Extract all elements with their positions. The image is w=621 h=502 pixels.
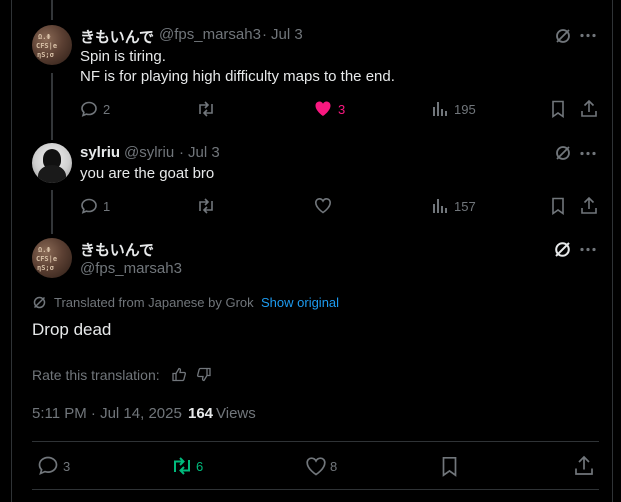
thumbs-up-icon[interactable] bbox=[172, 367, 186, 382]
avatar[interactable]: Ω.Φ CFS|e ηS;σ bbox=[32, 25, 72, 65]
repost-icon[interactable] bbox=[196, 197, 216, 215]
display-name[interactable]: きもいんで bbox=[80, 239, 154, 260]
separator: · bbox=[262, 26, 267, 43]
share-icon[interactable] bbox=[580, 196, 598, 215]
thread-connector bbox=[51, 0, 53, 20]
divider bbox=[32, 441, 599, 442]
bookmark-icon[interactable] bbox=[551, 100, 565, 118]
tweet-text: NF is for playing high difficulty maps t… bbox=[80, 68, 395, 85]
reply-count: 2 bbox=[103, 102, 111, 117]
thread-connector bbox=[51, 190, 53, 234]
grok-translate-icon-active[interactable] bbox=[553, 240, 572, 259]
more-options-icon[interactable] bbox=[580, 247, 596, 252]
thread-connector bbox=[51, 73, 53, 140]
like-count: 8 bbox=[330, 459, 338, 474]
rate-translation-label: Rate this translation: bbox=[32, 367, 160, 383]
views-icon[interactable] bbox=[432, 100, 448, 117]
grok-icon bbox=[32, 295, 47, 310]
tweet-text: Spin is tiring. bbox=[80, 48, 166, 65]
like-count: 3 bbox=[338, 102, 346, 117]
reply-icon[interactable] bbox=[37, 455, 59, 476]
handle[interactable]: @fps_marsah3 bbox=[80, 260, 182, 277]
bookmark-icon[interactable] bbox=[551, 197, 565, 215]
reply-count: 1 bbox=[103, 199, 111, 214]
share-icon[interactable] bbox=[574, 455, 594, 476]
views-label: Views bbox=[216, 405, 256, 422]
repost-icon[interactable] bbox=[196, 100, 216, 118]
grok-translate-icon[interactable] bbox=[554, 144, 572, 162]
repost-icon-active[interactable] bbox=[170, 456, 194, 476]
display-name[interactable]: きもいんで bbox=[80, 26, 154, 47]
separator: · bbox=[179, 144, 184, 161]
post-timestamp[interactable]: 5:11 PM · Jul 14, 2025 bbox=[32, 405, 182, 422]
divider bbox=[32, 489, 599, 490]
share-icon[interactable] bbox=[580, 99, 598, 118]
translation-label: Translated from Japanese by Grok bbox=[54, 295, 254, 310]
handle[interactable]: @fps_marsah3 bbox=[159, 26, 261, 43]
avatar[interactable]: Ω.Φ CFS|e ηS;σ bbox=[32, 238, 72, 278]
reply-count: 3 bbox=[63, 459, 71, 474]
tweet-text: Drop dead bbox=[32, 320, 112, 339]
post-date[interactable]: Jul 3 bbox=[271, 26, 303, 43]
thumbs-down-icon[interactable] bbox=[197, 367, 211, 382]
post-date[interactable]: Jul 3 bbox=[188, 144, 220, 161]
views-icon[interactable] bbox=[432, 197, 448, 214]
column-left-border bbox=[11, 0, 12, 502]
like-icon[interactable] bbox=[314, 197, 332, 214]
reply-icon[interactable] bbox=[80, 100, 98, 118]
avatar[interactable] bbox=[32, 143, 72, 183]
bookmark-icon[interactable] bbox=[441, 456, 458, 477]
more-options-icon[interactable] bbox=[580, 151, 596, 156]
repost-count: 6 bbox=[196, 459, 204, 474]
view-count: 195 bbox=[454, 102, 476, 117]
grok-translate-icon[interactable] bbox=[554, 27, 572, 45]
show-original-link[interactable]: Show original bbox=[261, 295, 339, 310]
view-count: 157 bbox=[454, 199, 476, 214]
like-icon[interactable] bbox=[305, 456, 327, 476]
tweet-text: you are the goat bro bbox=[80, 165, 215, 182]
like-icon-active[interactable] bbox=[314, 100, 332, 117]
view-count: 164 bbox=[188, 405, 214, 422]
display-name[interactable]: sylriu bbox=[80, 144, 120, 161]
more-options-icon[interactable] bbox=[580, 33, 596, 38]
separator: · bbox=[178, 405, 183, 422]
handle[interactable]: @sylriu bbox=[124, 144, 174, 161]
reply-icon[interactable] bbox=[80, 197, 98, 215]
column-right-border bbox=[612, 0, 613, 502]
